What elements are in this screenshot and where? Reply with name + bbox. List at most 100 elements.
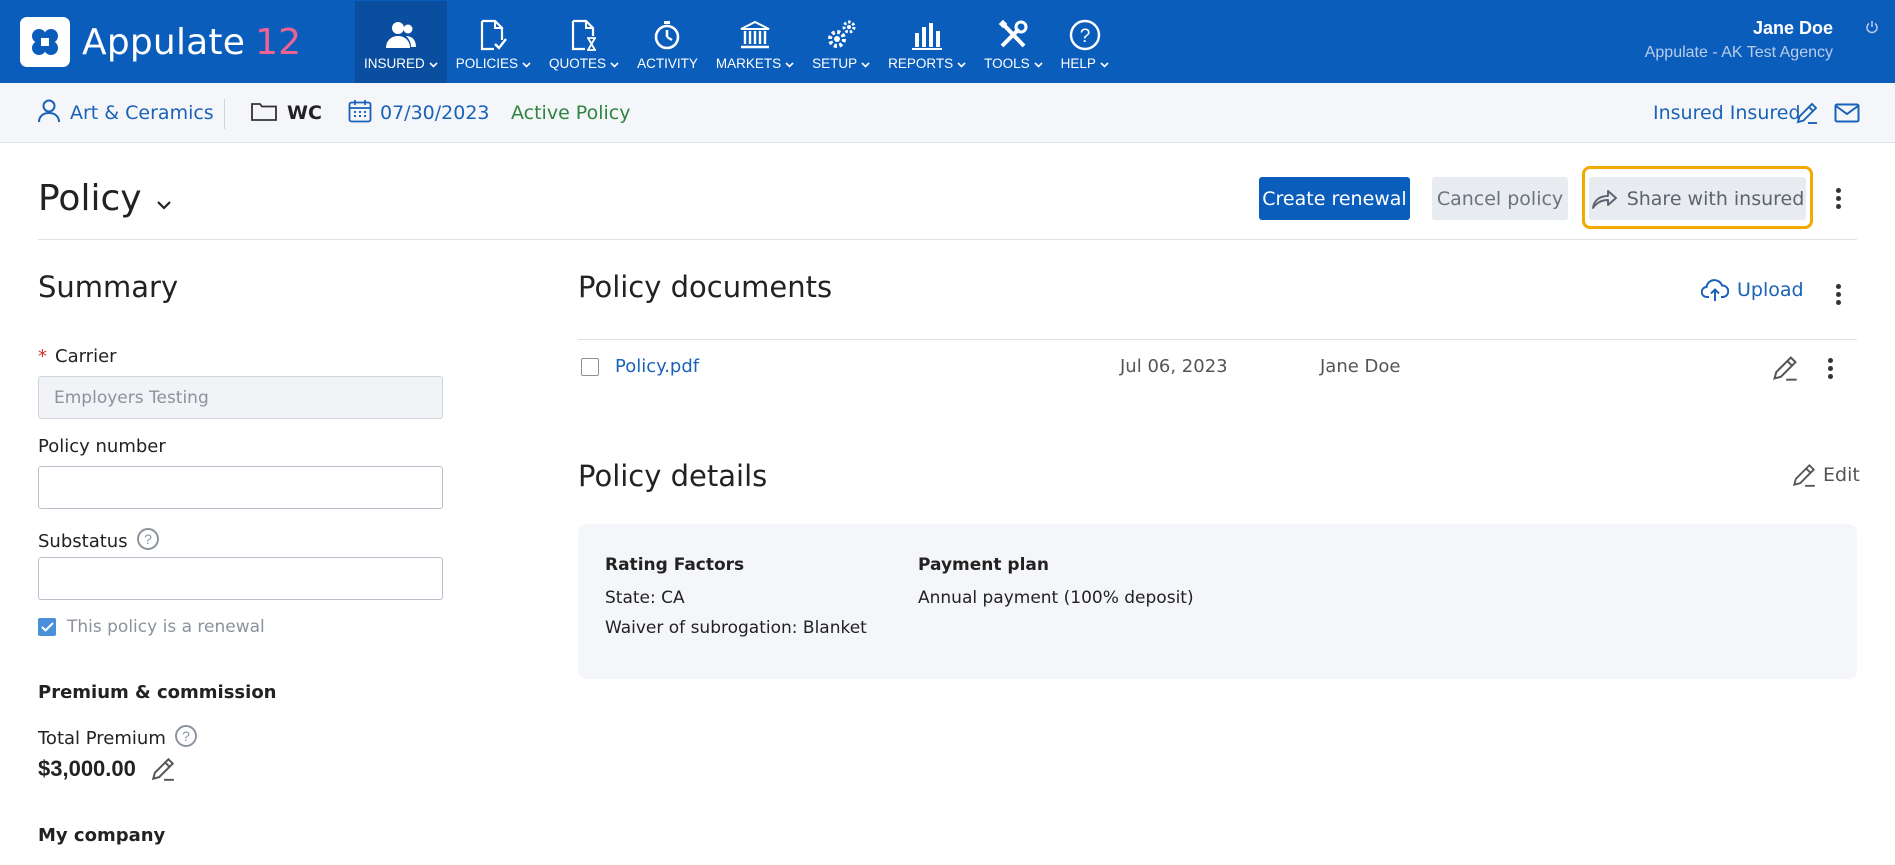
svg-text:?: ? (144, 531, 152, 547)
bar-chart-icon (907, 15, 947, 55)
documents-more-options-icon[interactable] (1830, 282, 1846, 306)
divider (224, 99, 225, 129)
cancel-policy-button[interactable]: Cancel policy (1432, 177, 1568, 220)
upload-label: Upload (1737, 279, 1804, 301)
page-more-options-icon[interactable] (1830, 186, 1846, 210)
document-checkbox[interactable] (581, 358, 599, 376)
renewal-checkbox-row[interactable]: This policy is a renewal (38, 617, 265, 637)
create-renewal-button[interactable]: Create renewal (1259, 177, 1410, 220)
carrier-label: * Carrier (38, 346, 117, 367)
document-date: Jul 06, 2023 (1120, 356, 1228, 377)
rating-waiver: Waiver of subrogation: Blanket (605, 618, 867, 638)
rating-state: State: CA (605, 588, 685, 608)
nav-label-tools: TOOLS (984, 56, 1030, 71)
folder-icon (251, 101, 277, 126)
nav-item-insured[interactable]: INSURED (355, 1, 447, 83)
policy-details-card: Rating Factors State: CA Waiver of subro… (578, 524, 1857, 679)
rating-factors-column: Rating Factors State: CA Waiver of subro… (605, 555, 867, 648)
policy-status: Active Policy (511, 102, 631, 124)
edit-details-button[interactable]: Edit (1791, 462, 1860, 488)
payment-plan-value: Annual payment (100% deposit) (918, 588, 1194, 608)
main-nav: INSURED POLICIES QUOTES ACTIVITY MARKETS (355, 1, 1118, 83)
upload-button[interactable]: Upload (1701, 278, 1804, 302)
document-uploaded-by: Jane Doe (1320, 356, 1401, 377)
pencil-icon[interactable] (1771, 354, 1799, 387)
policy-number-label: Policy number (38, 436, 166, 457)
pencil-icon (1791, 462, 1817, 488)
total-premium-label-text: Total Premium (38, 728, 166, 749)
document-check-icon (473, 15, 513, 55)
policy-context-bar: Art & Ceramics WC 07/30/2023 Active Poli… (0, 83, 1895, 143)
policy-number-input[interactable] (38, 466, 443, 509)
nav-label-help: HELP (1060, 56, 1096, 71)
tools-icon (993, 15, 1033, 55)
substatus-label-text: Substatus (38, 531, 128, 552)
chevron-down-icon (1100, 56, 1109, 71)
total-premium-label: Total Premium ? (38, 724, 198, 753)
chevron-down-icon (522, 56, 531, 71)
insured-name: Art & Ceramics (70, 102, 214, 124)
renewal-checkbox-label: This policy is a renewal (67, 617, 265, 637)
nav-item-activity[interactable]: ACTIVITY (628, 1, 707, 83)
users-icon (381, 15, 421, 55)
policy-details-heading: Policy details (578, 459, 768, 493)
required-mark: * (38, 346, 47, 367)
nav-label-setup: SETUP (812, 56, 858, 71)
chevron-down-icon (785, 56, 794, 71)
nav-item-tools[interactable]: TOOLS (975, 1, 1052, 83)
user-menu[interactable]: Jane Doe Appulate - AK Test Agency (1645, 18, 1833, 62)
nav-label-policies: POLICIES (455, 56, 519, 71)
help-icon: ? (1065, 15, 1105, 55)
pencil-icon[interactable] (1795, 83, 1819, 143)
insured-link[interactable]: Art & Ceramics (38, 83, 214, 143)
pencil-icon[interactable] (150, 756, 176, 782)
app-logo[interactable]: Appulate 12 (20, 17, 301, 67)
policy-documents-heading: Policy documents (578, 270, 833, 304)
renewal-checkbox[interactable] (38, 618, 56, 636)
chevron-down-icon (610, 56, 619, 71)
power-icon[interactable] (1865, 20, 1879, 39)
substatus-label: Substatus ? (38, 527, 160, 556)
stopwatch-icon (647, 15, 687, 55)
premium-commission-heading: Premium & commission (38, 682, 277, 703)
chevron-down-icon (429, 56, 438, 71)
chevron-down-icon (156, 178, 172, 219)
nav-item-policies[interactable]: POLICIES (447, 1, 540, 83)
document-name-link[interactable]: Policy.pdf (615, 356, 699, 377)
policy-date[interactable]: 07/30/2023 (348, 83, 490, 143)
insured-contact-link[interactable]: Insured Insured (1653, 83, 1801, 143)
nav-item-quotes[interactable]: QUOTES (540, 1, 628, 83)
question-circle-icon[interactable]: ? (136, 527, 160, 556)
share-arrow-icon (1591, 188, 1617, 210)
mail-icon[interactable] (1834, 83, 1860, 143)
question-circle-icon[interactable]: ? (174, 724, 198, 753)
document-hourglass-icon (564, 15, 604, 55)
chevron-down-icon (861, 56, 870, 71)
substatus-input[interactable] (38, 557, 443, 600)
total-premium-value: $3,000.00 (38, 756, 136, 781)
nav-item-setup[interactable]: SETUP (803, 1, 879, 83)
chevron-down-icon (957, 56, 966, 71)
edit-label: Edit (1823, 464, 1860, 486)
page-title-dropdown[interactable]: Policy (38, 178, 172, 219)
chevron-down-icon (1034, 56, 1043, 71)
nav-label-markets: MARKETS (715, 56, 782, 71)
app-version: 12 (255, 21, 302, 63)
nav-label-quotes: QUOTES (549, 56, 607, 71)
nav-item-help[interactable]: ? HELP (1052, 1, 1118, 83)
nav-label-reports: REPORTS (888, 56, 954, 71)
nav-label-insured: INSURED (364, 56, 425, 71)
header-divider (38, 239, 1857, 240)
checkmark-icon (40, 622, 54, 632)
rating-factors-heading: Rating Factors (605, 555, 745, 575)
carrier-field[interactable]: Employers Testing (38, 376, 443, 419)
svg-text:?: ? (182, 728, 190, 744)
summary-heading: Summary (38, 270, 179, 304)
nav-item-markets[interactable]: MARKETS (707, 1, 803, 83)
line-of-business-code: WC (287, 102, 322, 124)
app-name-text: Appulate (82, 21, 246, 63)
share-with-insured-button[interactable]: Share with insured (1589, 177, 1806, 220)
nav-item-reports[interactable]: REPORTS (879, 1, 975, 83)
share-with-insured-label: Share with insured (1626, 187, 1805, 210)
document-more-options-icon[interactable] (1822, 356, 1838, 380)
